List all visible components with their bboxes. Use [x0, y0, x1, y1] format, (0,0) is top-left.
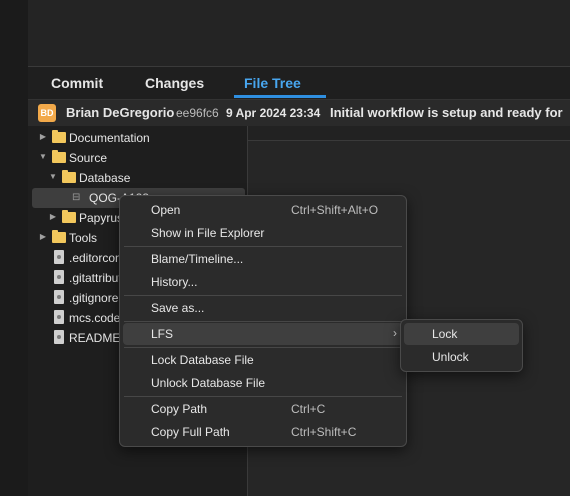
menu-item-lfs-lock[interactable]: Lock	[404, 323, 519, 345]
menu-item-show-in-explorer[interactable]: Show in File Explorer	[123, 222, 403, 244]
tree-item-label: Source	[69, 151, 108, 165]
tree-item-label: Tools	[69, 231, 98, 245]
menu-item-label: Copy Full Path	[151, 425, 230, 439]
commit-date: 9 Apr 2024 23:34	[226, 106, 321, 120]
menu-item-blame-timeline[interactable]: Blame/Timeline...	[123, 248, 403, 270]
tab-changes[interactable]: Changes	[145, 75, 204, 91]
avatar: BD	[38, 104, 56, 122]
folder-icon	[52, 150, 66, 163]
tree-item-documentation[interactable]: ▶ Documentation	[28, 128, 247, 148]
menu-item-lock-database-file[interactable]: Lock Database File	[123, 349, 403, 371]
tree-item-label: Papyrus	[79, 211, 124, 225]
menu-item-shortcut: Ctrl+Shift+C	[291, 425, 357, 439]
menu-separator	[124, 246, 402, 247]
menu-item-save-as[interactable]: Save as...	[123, 297, 403, 319]
chevron-right-icon[interactable]: ▶	[38, 232, 48, 241]
folder-icon	[52, 230, 66, 243]
commit-message: Initial workflow is setup and ready for	[330, 105, 563, 120]
menu-item-copy-path[interactable]: Copy Path Ctrl+C	[123, 398, 403, 420]
chevron-right-icon[interactable]: ▶	[38, 132, 48, 141]
folder-icon	[62, 210, 76, 223]
file-icon	[54, 270, 64, 284]
file-icon	[54, 330, 64, 344]
folder-icon	[52, 130, 66, 143]
chevron-down-icon[interactable]: ▼	[38, 152, 48, 161]
chevron-right-icon[interactable]: ▶	[48, 212, 58, 221]
tree-item-database[interactable]: ▼ Database	[28, 168, 247, 188]
file-icon	[54, 310, 64, 324]
chevron-down-icon[interactable]: ▼	[48, 172, 58, 181]
menu-item-shortcut: Ctrl+Shift+Alt+O	[291, 203, 379, 217]
menu-item-label: Copy Path	[151, 402, 208, 416]
tab-file-tree[interactable]: File Tree	[244, 75, 301, 91]
top-panel	[28, 0, 570, 67]
menu-item-label: Open	[151, 203, 181, 217]
menu-item-label: Unlock	[432, 350, 469, 364]
menu-item-label: Lock	[432, 327, 458, 341]
commit-info-bar[interactable]: BD Brian DeGregorio ee96fc6 9 Apr 2024 2…	[28, 99, 570, 127]
menu-item-label: Save as...	[151, 301, 205, 315]
menu-separator	[124, 347, 402, 348]
database-file-icon: ⊟	[72, 192, 81, 203]
active-tab-indicator	[234, 95, 326, 98]
menu-item-copy-full-path[interactable]: Copy Full Path Ctrl+Shift+C	[123, 421, 403, 443]
context-menu: Open Ctrl+Shift+Alt+O Show in File Explo…	[119, 195, 407, 447]
menu-item-label: History...	[151, 275, 198, 289]
menu-separator	[124, 295, 402, 296]
menu-item-label: LFS	[151, 327, 174, 341]
menu-item-lfs[interactable]: LFS ›	[123, 323, 403, 345]
commit-author: Brian DeGregorio	[66, 105, 175, 120]
menu-item-lfs-unlock[interactable]: Unlock	[404, 346, 519, 368]
chevron-right-icon: ›	[393, 326, 397, 340]
left-sidebar-strip	[0, 0, 29, 496]
menu-item-label: Blame/Timeline...	[151, 252, 244, 266]
menu-separator	[124, 396, 402, 397]
lfs-submenu: Lock Unlock	[400, 319, 523, 372]
tree-item-label: .gitignore	[69, 291, 119, 305]
tree-item-label: Database	[79, 171, 131, 185]
tree-item-label: Documentation	[69, 131, 150, 145]
file-icon	[54, 250, 64, 264]
menu-item-label: Lock Database File	[151, 353, 254, 367]
tab-commit[interactable]: Commit	[51, 75, 103, 91]
menu-item-open[interactable]: Open Ctrl+Shift+Alt+O	[123, 199, 403, 221]
tab-bar: Commit Changes File Tree	[28, 67, 570, 99]
preview-header	[248, 126, 570, 141]
menu-item-unlock-database-file[interactable]: Unlock Database File	[123, 372, 403, 394]
menu-item-label: Show in File Explorer	[151, 226, 265, 240]
menu-item-shortcut: Ctrl+C	[291, 402, 326, 416]
menu-item-history[interactable]: History...	[123, 271, 403, 293]
file-icon	[54, 290, 64, 304]
menu-separator	[124, 321, 402, 322]
menu-item-label: Unlock Database File	[151, 376, 266, 390]
tree-item-source[interactable]: ▼ Source	[28, 148, 247, 168]
folder-icon	[62, 170, 76, 183]
commit-sha: ee96fc6	[176, 106, 219, 120]
